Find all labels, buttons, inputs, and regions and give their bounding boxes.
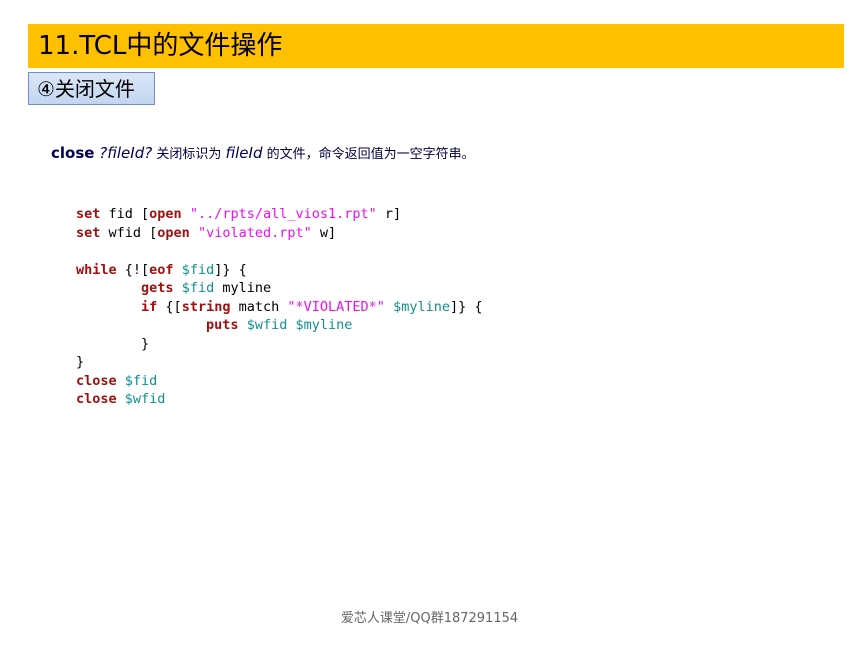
code-token: wfid [: [100, 224, 158, 241]
section-label: ④关闭文件: [37, 77, 135, 101]
code-token: if: [141, 298, 158, 315]
code-line: puts $wfid $myline: [76, 316, 482, 335]
command-description: close ?fileId? 关闭标识为 fileId 的文件，命令返回值为一空…: [51, 143, 475, 165]
code-line: }: [76, 353, 482, 372]
code-token: $myline: [393, 298, 450, 315]
slide-title: 11.TCL中的文件操作: [38, 31, 283, 61]
section-label-box: ④关闭文件: [28, 72, 155, 105]
code-token: {![: [116, 261, 150, 278]
code-token: }: [76, 354, 85, 370]
code-token: myline: [214, 280, 272, 296]
code-token: "../rpts/all_vios1.rpt": [189, 206, 377, 222]
code-token: "*VIOLATED*": [287, 298, 385, 315]
code-token: close: [76, 391, 117, 407]
code-line: gets $fid myline: [76, 279, 482, 298]
code-line: set wfid [open "violated.rpt" w]: [76, 224, 482, 243]
code-token: ]} {: [214, 261, 247, 278]
description-text-1: 关闭标识为: [152, 147, 226, 162]
code-token: eof: [149, 261, 174, 278]
arg-name-2: fileId: [225, 144, 263, 162]
code-line: while {![eof $fid]} {: [76, 261, 482, 280]
code-token: string: [181, 298, 231, 315]
code-token: $myline: [295, 317, 353, 333]
arg-suffix: ?: [144, 144, 153, 162]
code-example: set fid [open "../rpts/all_vios1.rpt" r]…: [76, 205, 482, 409]
code-line: set fid [open "../rpts/all_vios1.rpt" r]: [76, 205, 482, 224]
code-token: puts: [206, 317, 239, 333]
code-line: if {[string match "*VIOLATED*" $myline]}…: [76, 298, 482, 317]
code-token: {[: [157, 298, 182, 315]
code-token: $wfid: [246, 317, 288, 333]
code-token: w]: [311, 224, 337, 241]
code-line: close $wfid: [76, 390, 482, 409]
code-token: }: [76, 335, 150, 352]
description-text-2: 的文件，命令返回值为一空字符串。: [262, 147, 475, 162]
footer-watermark: 爱芯人课堂/QQ群187291154: [340, 611, 519, 626]
code-line: }: [76, 335, 482, 354]
code-token: ]} {: [449, 298, 483, 315]
code-token: set: [76, 206, 101, 222]
code-token: gets: [141, 280, 174, 296]
code-token: r]: [376, 206, 402, 222]
code-token: open: [157, 224, 190, 241]
arg-prefix: ?: [94, 144, 108, 162]
code-token: match: [230, 298, 288, 315]
slide-title-bar: 11.TCL中的文件操作: [28, 24, 844, 68]
code-token: close: [76, 372, 117, 389]
command-keyword: close: [51, 144, 95, 162]
code-token: while: [76, 261, 117, 278]
arg-name: fileId: [107, 144, 145, 162]
code-line: close $fid: [76, 372, 482, 391]
code-token: $fid: [181, 280, 215, 296]
code-token: fid [: [100, 206, 150, 222]
code-token: $fid: [181, 261, 215, 278]
code-token: "violated.rpt": [197, 224, 312, 241]
code-token: $wfid: [124, 391, 166, 407]
code-token: $fid: [124, 372, 158, 389]
code-token: set: [76, 224, 101, 241]
code-token: open: [149, 206, 182, 222]
